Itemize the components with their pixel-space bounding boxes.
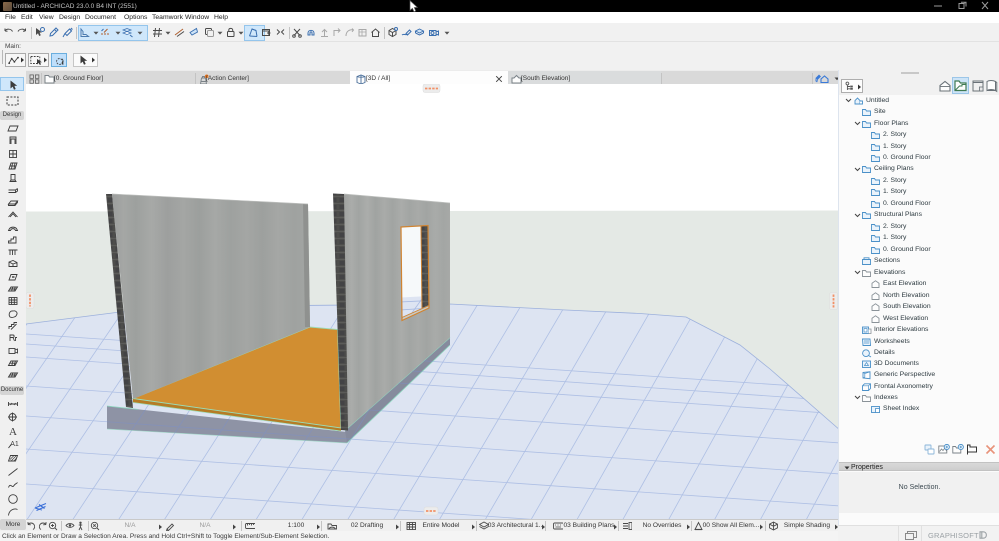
svg-text:A1: A1 <box>10 441 19 448</box>
svg-text:A: A <box>9 426 17 437</box>
